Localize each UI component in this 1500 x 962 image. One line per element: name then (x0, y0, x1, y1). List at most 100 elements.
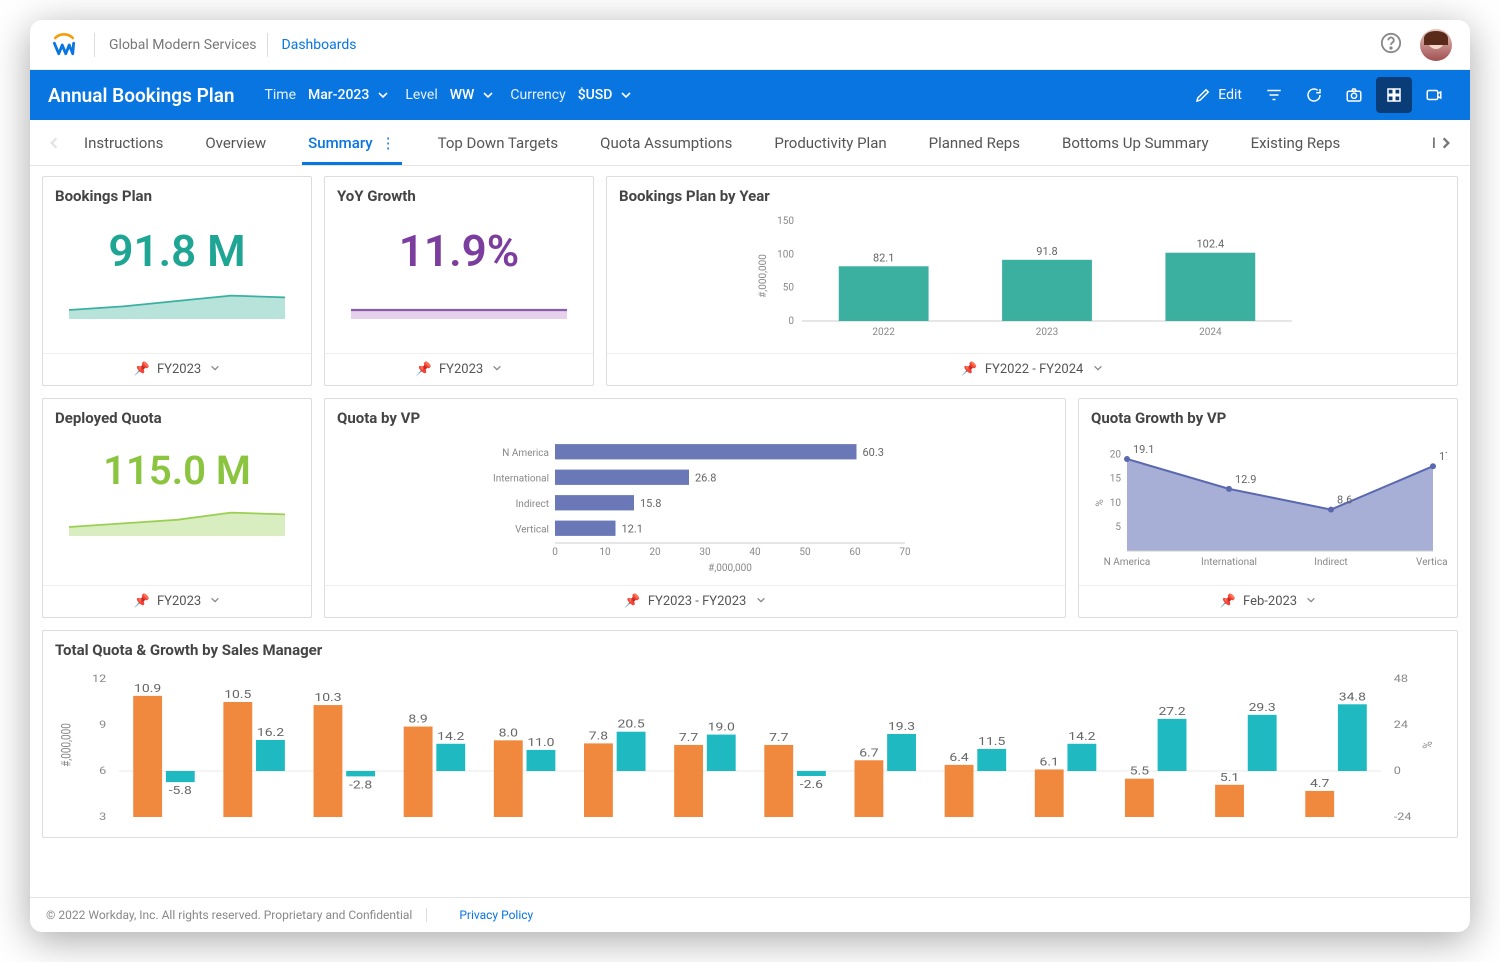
tabs-scroll-left[interactable] (38, 136, 70, 150)
svg-text:20.5: 20.5 (618, 718, 645, 731)
tab-productivity-plan[interactable]: Productivity Plan (770, 122, 890, 164)
top-bar: Global Modern Services Dashboards (30, 20, 1470, 70)
svg-text:9: 9 (99, 718, 106, 730)
svg-text:10.5: 10.5 (224, 688, 251, 701)
svg-text:14.2: 14.2 (437, 730, 464, 743)
tab-summary[interactable]: Summary⋮ (304, 122, 399, 164)
svg-text:60: 60 (849, 547, 861, 558)
svg-text:50: 50 (783, 283, 795, 294)
kpi-value: 11.9% (335, 211, 583, 283)
pin-icon: 📌 (961, 362, 977, 377)
card-title: Deployed Quota (43, 399, 311, 433)
grid-view-button[interactable] (1376, 77, 1412, 113)
tab-bottoms-up-summary[interactable]: Bottoms Up Summary (1058, 122, 1213, 164)
svg-text:16.2: 16.2 (257, 726, 284, 739)
card-title: YoY Growth (325, 177, 593, 211)
time-filter[interactable]: Mar-2023 (302, 83, 395, 107)
svg-text:8.6: 8.6 (1337, 494, 1352, 507)
svg-text:3: 3 (99, 810, 106, 822)
svg-text:102.4: 102.4 (1197, 238, 1225, 251)
level-filter[interactable]: WW (444, 83, 501, 107)
svg-text:10: 10 (1110, 498, 1122, 509)
tabs-row: Instructions Overview Summary⋮ Top Down Tar… (30, 120, 1470, 166)
edit-button[interactable]: Edit (1184, 80, 1252, 110)
card-deployed-quota: Deployed Quota 115.0 M 📌 FY2023 (42, 398, 312, 618)
svg-text:0: 0 (788, 316, 794, 327)
sparkline (53, 500, 301, 536)
svg-text:0: 0 (552, 547, 558, 558)
svg-text:International: International (493, 473, 549, 484)
dashboard: Bookings Plan 91.8 M 📌 FY2023 YoY Growth (30, 166, 1470, 897)
svg-text:12.9: 12.9 (1235, 473, 1256, 486)
svg-text:Vertical: Vertical (515, 524, 549, 535)
refresh-button[interactable] (1296, 77, 1332, 113)
svg-text:82.1: 82.1 (873, 251, 894, 264)
copyright-text: © 2022 Workday, Inc. All rights reserved… (46, 908, 412, 922)
svg-text:100: 100 (777, 249, 794, 260)
filter-button[interactable] (1256, 77, 1292, 113)
svg-text:5.1: 5.1 (1220, 771, 1239, 784)
divider (94, 33, 95, 57)
svg-text:2023: 2023 (1036, 327, 1058, 338)
chevron-down-icon (756, 595, 766, 605)
help-icon[interactable] (1380, 32, 1402, 58)
org-name: Global Modern Services (109, 37, 257, 53)
svg-text:2024: 2024 (1199, 327, 1222, 338)
svg-text:8.0: 8.0 (499, 727, 518, 740)
tab-top-down-targets[interactable]: Top Down Targets (434, 122, 563, 164)
divider (426, 908, 427, 922)
snapshot-button[interactable] (1336, 77, 1372, 113)
svg-text:6.7: 6.7 (859, 747, 878, 760)
refresh-icon (1305, 86, 1323, 104)
svg-text:50: 50 (799, 547, 811, 558)
sparkline (335, 283, 583, 319)
svg-text:19.1: 19.1 (1133, 443, 1154, 456)
pencil-icon (1194, 86, 1212, 104)
card-quota-by-vp: Quota by VP N America60.3International26… (324, 398, 1066, 618)
present-button[interactable] (1416, 77, 1452, 113)
avatar[interactable] (1420, 29, 1452, 61)
tab-quota-assumptions[interactable]: Quota Assumptions (596, 122, 736, 164)
card-title: Bookings Plan by Year (607, 177, 1457, 211)
pin-icon: 📌 (1220, 594, 1236, 609)
svg-text:20: 20 (1110, 450, 1122, 461)
svg-text:0: 0 (1394, 764, 1401, 776)
svg-text:5: 5 (1115, 522, 1121, 533)
svg-text:#,000,000: #,000,000 (758, 254, 769, 298)
bookings-by-year-chart: 050100150#,000,00082.1202291.82023102.42… (617, 211, 1447, 341)
svg-text:27.2: 27.2 (1158, 705, 1185, 718)
svg-text:11.5: 11.5 (978, 735, 1005, 748)
chevron-down-icon (1093, 363, 1103, 373)
card-footer-selector[interactable]: 📌 FY2022 - FY2024 (607, 353, 1457, 385)
card-footer-selector[interactable]: 📌 FY2023 - FY2023 (325, 585, 1065, 617)
svg-text:%: % (1420, 741, 1436, 748)
card-footer-selector[interactable]: 📌 FY2023 (43, 585, 311, 617)
chevron-left-icon (47, 136, 61, 150)
card-title: Bookings Plan (43, 177, 311, 211)
pin-icon: 📌 (416, 362, 432, 377)
tab-overview[interactable]: Overview (201, 122, 270, 164)
svg-text:10: 10 (599, 547, 611, 558)
workday-logo[interactable] (48, 29, 80, 61)
tab-instructions[interactable]: Instructions (80, 122, 167, 164)
svg-text:4.7: 4.7 (1310, 777, 1329, 790)
svg-text:91.8: 91.8 (1036, 245, 1057, 258)
card-footer-selector[interactable]: 📌 Feb-2023 (1079, 585, 1457, 617)
tab-planned-reps[interactable]: Planned Reps (925, 122, 1024, 164)
card-footer-selector[interactable]: 📌 FY2023 (43, 353, 311, 385)
privacy-link[interactable]: Privacy Policy (459, 908, 533, 922)
tab-existing-reps[interactable]: Existing Reps (1247, 122, 1345, 164)
total-quota-growth-chart: 36912#,000,000-2402448%10.9-5.810.516.21… (53, 665, 1447, 825)
svg-text:#,000,000: #,000,000 (59, 723, 75, 767)
svg-text:Indirect: Indirect (1314, 557, 1347, 568)
svg-text:24: 24 (1394, 718, 1409, 730)
card-title: Total Quota & Growth by Sales Manager (43, 631, 1457, 665)
tab-more-icon[interactable]: ⋮ (381, 134, 396, 152)
svg-text:29.3: 29.3 (1249, 701, 1276, 714)
card-footer-selector[interactable]: 📌 FY2023 (325, 353, 593, 385)
card-quota-growth-vp: Quota Growth by VP 5101520%19.1N America… (1078, 398, 1458, 618)
card-bookings-plan: Bookings Plan 91.8 M 📌 FY2023 (42, 176, 312, 386)
svg-text:40: 40 (749, 547, 761, 558)
currency-filter[interactable]: $USD (572, 83, 639, 107)
dashboards-link[interactable]: Dashboards (282, 37, 357, 53)
